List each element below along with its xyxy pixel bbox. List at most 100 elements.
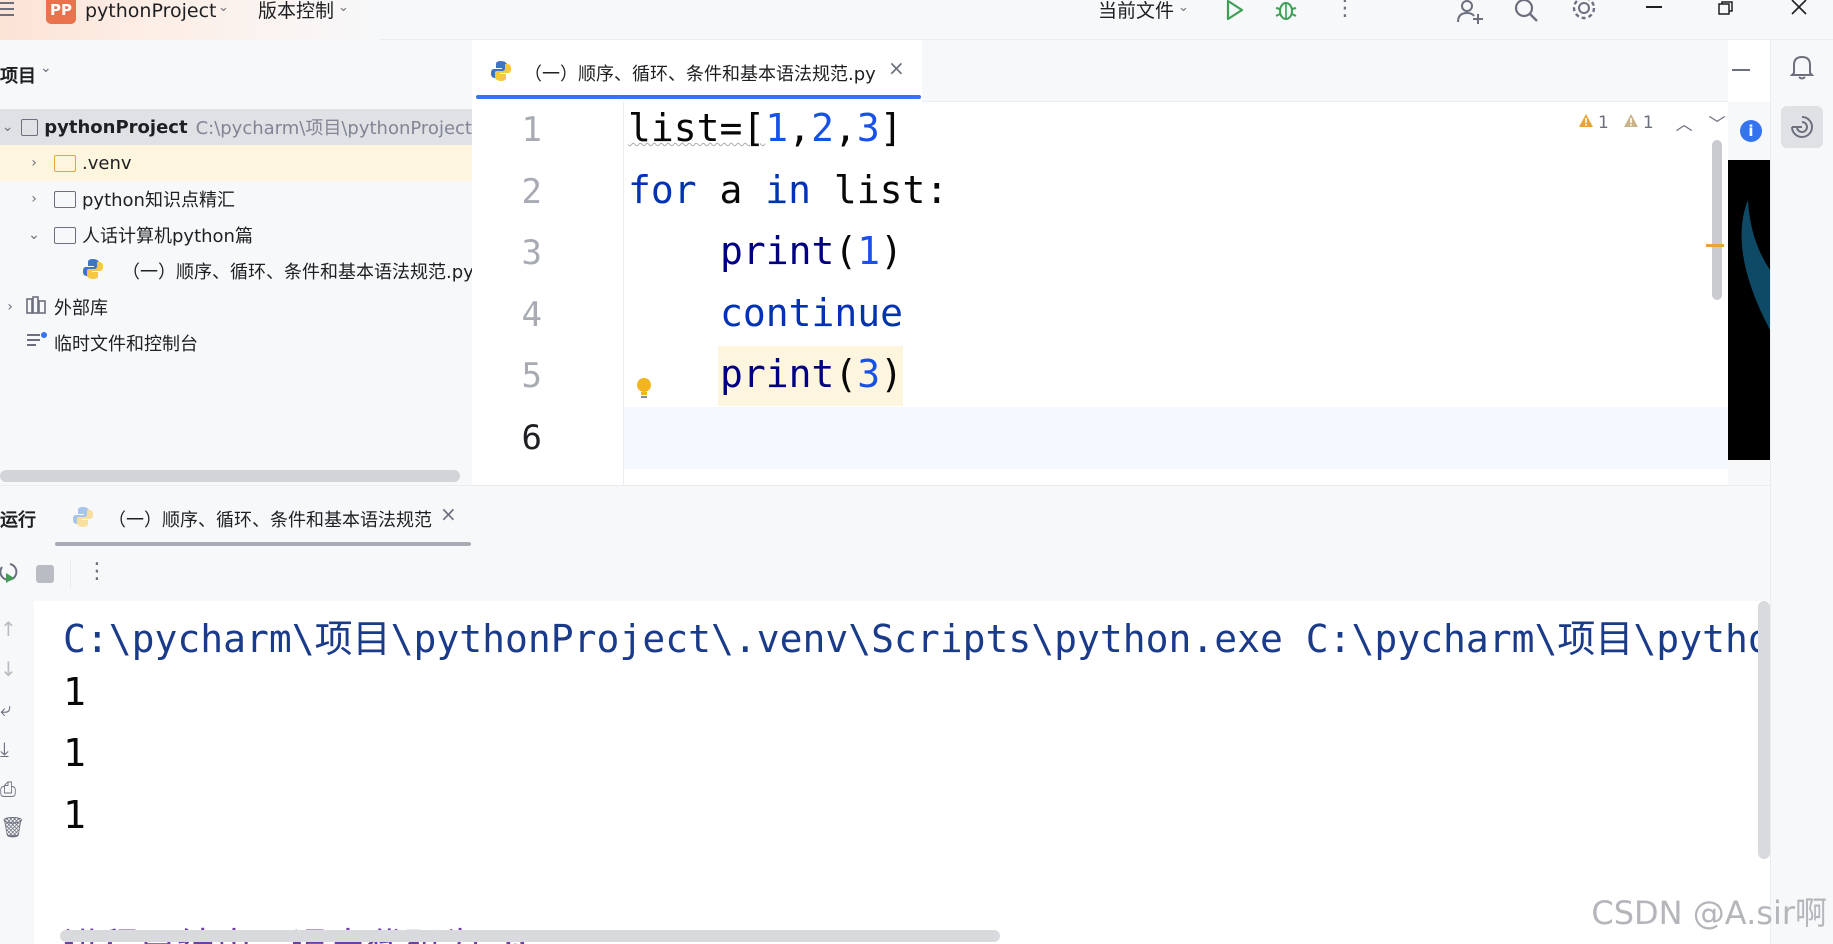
tree-item-human-computer[interactable]: ⌄ 人话计算机python篇 bbox=[0, 217, 472, 253]
console-horizontal-scrollbar[interactable] bbox=[60, 930, 1000, 942]
chevron-right-icon[interactable]: › bbox=[24, 191, 44, 207]
chevron-down-icon[interactable]: ⌄ bbox=[0, 119, 15, 135]
run-icon[interactable] bbox=[1224, 0, 1246, 26]
folder-icon bbox=[21, 118, 39, 136]
chevron-down-icon[interactable]: ﹀ bbox=[1709, 110, 1726, 135]
hide-icon[interactable] bbox=[1732, 69, 1750, 71]
right-toolbar bbox=[1770, 40, 1833, 944]
minimize-icon[interactable] bbox=[1646, 6, 1662, 8]
run-header: 运行 （一）顺序、循环、条件和基本语法规范 × bbox=[0, 485, 1770, 547]
python-file-icon bbox=[72, 506, 94, 532]
soft-wrap-icon[interactable]: ⤶ bbox=[0, 697, 11, 721]
chevron-down-icon[interactable]: ⌄ bbox=[338, 0, 349, 15]
console-output-line: 1 bbox=[63, 793, 86, 837]
hamburger-icon[interactable] bbox=[0, 0, 18, 22]
add-user-icon[interactable] bbox=[1456, 0, 1484, 28]
trash-icon[interactable]: 🗑 bbox=[0, 815, 25, 839]
tree-item-external-libs[interactable]: › 外部库 bbox=[0, 289, 472, 325]
restore-icon[interactable] bbox=[1718, 0, 1734, 19]
settings-icon[interactable] bbox=[1570, 0, 1598, 28]
python-file-icon bbox=[82, 258, 104, 285]
inspection-widget[interactable]: 1 1 ︿ ﹀ bbox=[1578, 110, 1726, 135]
project-badge[interactable]: PP bbox=[46, 0, 76, 24]
current-line-highlight bbox=[472, 407, 1728, 469]
tree-item-label: 人话计算机python篇 bbox=[82, 226, 253, 247]
tree-item-scratches[interactable]: 临时文件和控制台 bbox=[0, 325, 472, 361]
chevron-down-icon[interactable]: ⌄ bbox=[1178, 0, 1189, 15]
chevron-right-icon[interactable]: › bbox=[0, 299, 20, 315]
debug-icon[interactable] bbox=[1274, 0, 1298, 26]
line-number: 3 bbox=[521, 233, 542, 273]
code-line-1: list=[1,2,3] bbox=[628, 106, 903, 150]
code-line-5: print(3) bbox=[720, 352, 904, 396]
active-tab-indicator bbox=[476, 95, 921, 99]
more-icon[interactable]: ⋮ bbox=[86, 559, 108, 584]
console-output-line: 1 bbox=[63, 731, 86, 775]
tree-item-path: C:\pycharm\项目\pythonProject bbox=[195, 118, 472, 139]
vcs-menu[interactable]: 版本控制 bbox=[258, 0, 334, 22]
line-number: 6 bbox=[521, 418, 542, 458]
search-icon[interactable] bbox=[1514, 0, 1540, 28]
project-tree: ⌄ pythonProject C:\pycharm\项目\pythonProj… bbox=[0, 102, 474, 485]
tree-item-label: pythonProject bbox=[44, 116, 188, 138]
horizontal-scrollbar[interactable] bbox=[0, 470, 460, 482]
chevron-down-icon[interactable]: ⌄ bbox=[218, 0, 229, 15]
tree-item-venv[interactable]: › .venv bbox=[0, 145, 472, 181]
run-tab-label[interactable]: （一）顺序、循环、条件和基本语法规范 bbox=[108, 506, 432, 532]
tree-item-label: python知识点精汇 bbox=[82, 190, 235, 211]
print-icon[interactable]: ⎙ bbox=[0, 777, 16, 801]
scratches-icon bbox=[26, 331, 48, 356]
rerun-icon[interactable] bbox=[0, 561, 18, 591]
warning-icon bbox=[1578, 113, 1594, 133]
editor-tab[interactable]: （一）顺序、循环、条件和基本语法规范.py × bbox=[472, 40, 922, 102]
console-scrollbar[interactable] bbox=[1758, 601, 1770, 859]
close-icon[interactable] bbox=[1790, 0, 1808, 20]
scroll-to-end-icon[interactable]: ⤓ bbox=[0, 737, 9, 761]
info-icon[interactable]: i bbox=[1740, 120, 1762, 142]
library-icon bbox=[26, 295, 48, 319]
close-tab-icon[interactable]: × bbox=[440, 502, 457, 526]
tree-item-root[interactable]: ⌄ pythonProject C:\pycharm\项目\pythonProj… bbox=[0, 109, 472, 145]
editor-scrollbar[interactable] bbox=[1712, 140, 1722, 300]
notifications-icon[interactable] bbox=[1787, 52, 1817, 82]
weak-warning-icon bbox=[1623, 113, 1639, 133]
tree-item-label: 外部库 bbox=[54, 298, 108, 319]
run-toolbar: ⋮ bbox=[0, 547, 1770, 601]
stop-icon[interactable] bbox=[36, 565, 54, 583]
folder-icon bbox=[54, 190, 76, 208]
warning-stripe-marker[interactable] bbox=[1706, 244, 1724, 247]
project-name[interactable]: pythonProject bbox=[85, 0, 216, 22]
toolbar-divider bbox=[70, 559, 71, 589]
tree-item-py-file[interactable]: （一）顺序、循环、条件和基本语法规范.py bbox=[0, 253, 474, 289]
editor-tab-label: （一）顺序、循环、条件和基本语法规范.py bbox=[524, 64, 876, 85]
scroll-up-icon[interactable]: ↑ bbox=[0, 617, 17, 641]
run-title: 运行 bbox=[0, 510, 36, 531]
chevron-up-icon[interactable]: ︿ bbox=[1676, 110, 1693, 135]
more-icon[interactable]: ⋮ bbox=[1334, 0, 1356, 20]
ai-assistant-icon[interactable] bbox=[1781, 106, 1823, 148]
code-line-3: print(1) bbox=[720, 229, 904, 273]
project-title[interactable]: 项目 bbox=[0, 62, 36, 88]
python-file-icon bbox=[490, 60, 512, 86]
scroll-down-icon[interactable]: ↓ bbox=[0, 657, 17, 681]
line-number: 4 bbox=[521, 295, 542, 335]
tree-item-label: .venv bbox=[82, 152, 132, 174]
tree-item-label: （一）顺序、循环、条件和基本语法规范.py bbox=[122, 262, 474, 283]
console-output-line: 1 bbox=[63, 670, 86, 714]
tree-item-label: 临时文件和控制台 bbox=[54, 334, 198, 355]
chevron-down-icon[interactable]: ⌄ bbox=[24, 227, 44, 243]
console-side-toolbar: ↑ ↓ ⤶ ⤓ ⎙ 🗑 bbox=[0, 601, 34, 944]
lightbulb-icon[interactable] bbox=[636, 377, 652, 405]
weak-warning-count: 1 bbox=[1642, 112, 1654, 133]
close-tab-icon[interactable]: × bbox=[888, 56, 905, 80]
tree-item-knowledge[interactable]: › python知识点精汇 bbox=[0, 181, 472, 217]
run-config-selector[interactable]: 当前文件 bbox=[1098, 0, 1174, 22]
folder-icon bbox=[54, 226, 76, 244]
console-command-line: C:\pycharm\项目\pythonProject\.venv\Script… bbox=[63, 617, 1771, 661]
chevron-right-icon[interactable]: › bbox=[24, 155, 44, 171]
chevron-down-icon[interactable]: ⌄ bbox=[40, 60, 52, 76]
project-header: 项目 ⌄ bbox=[0, 40, 472, 102]
line-number: 1 bbox=[521, 110, 542, 150]
line-number: 5 bbox=[521, 356, 542, 396]
watermark: CSDN @A.sir啊 bbox=[1591, 894, 1827, 932]
